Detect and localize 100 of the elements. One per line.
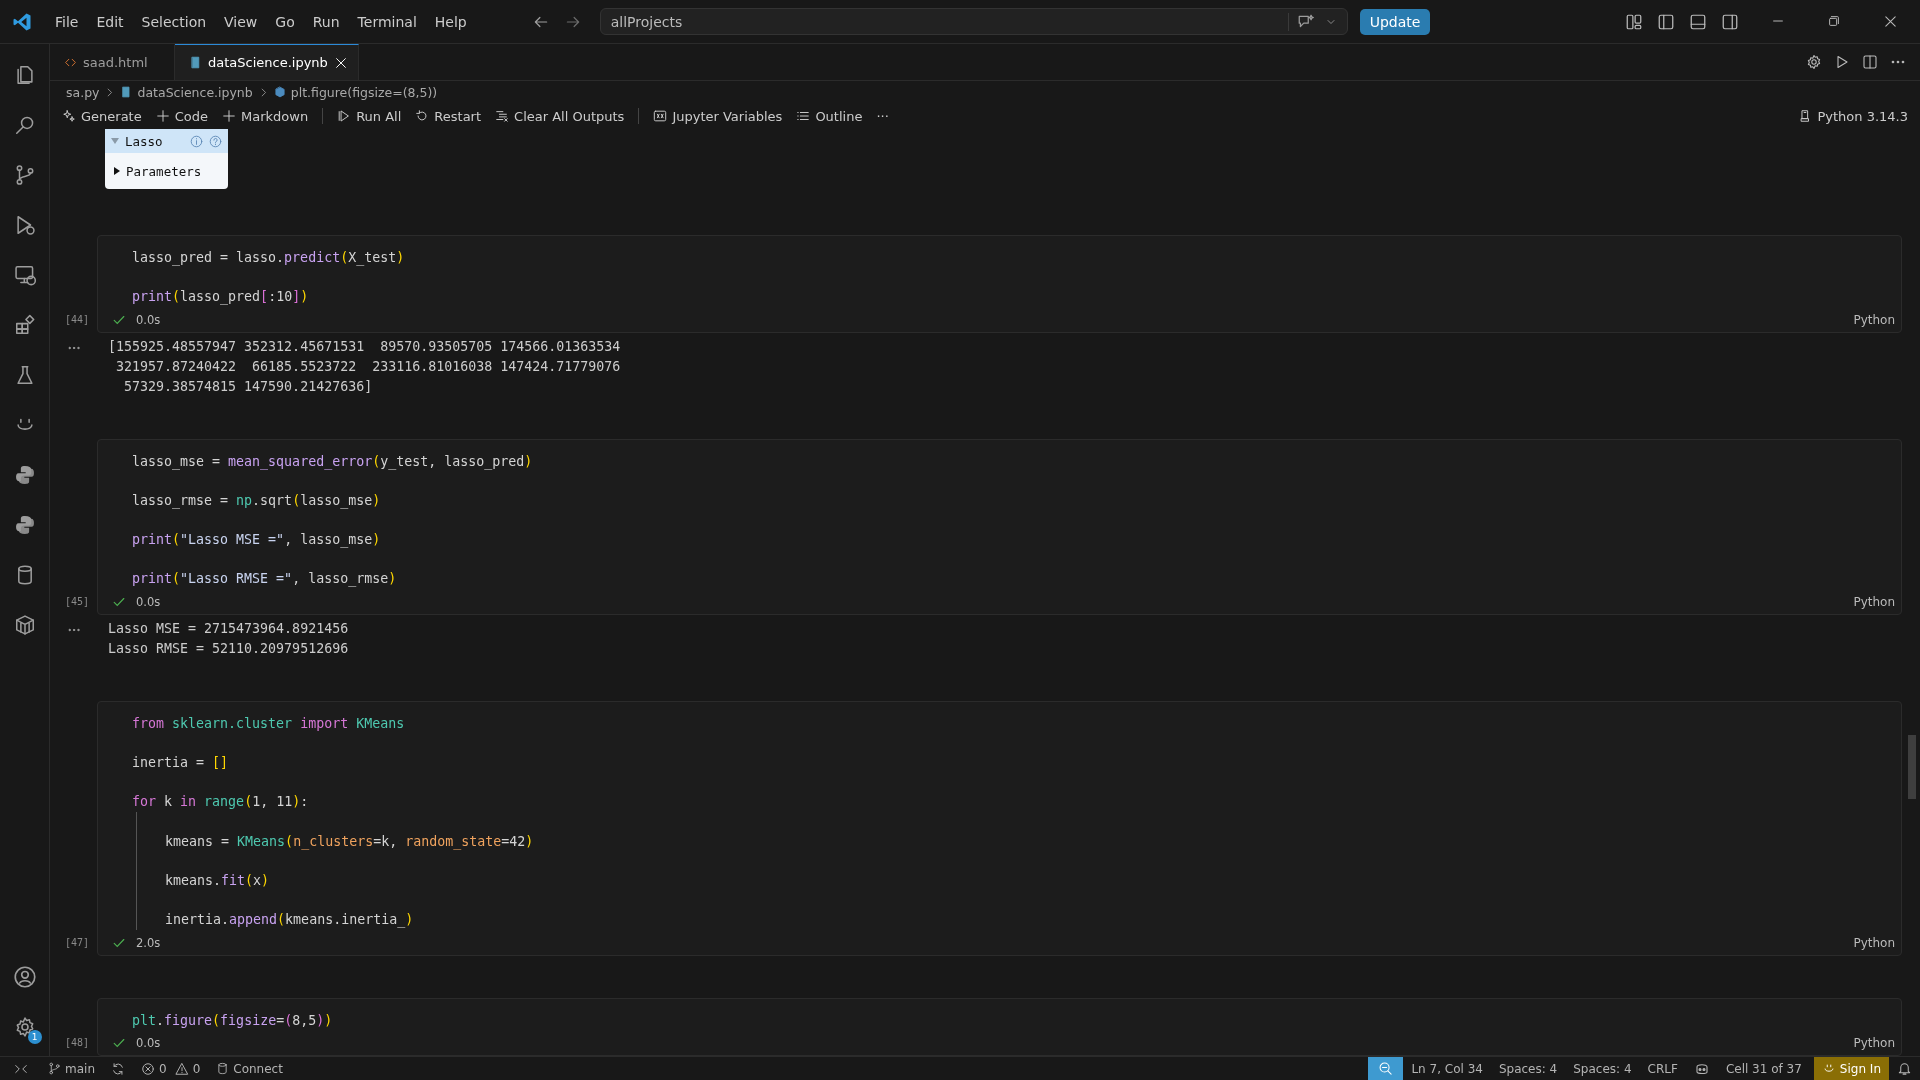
breadcrumb-item[interactable]: plt.figure(figsize=(8,5)) [290, 84, 438, 100]
bell-icon[interactable] [1897, 1061, 1912, 1076]
restore-icon[interactable] [1827, 14, 1841, 28]
toolbar-button[interactable]: Markdown [222, 108, 309, 124]
search-icon[interactable] [13, 114, 36, 136]
breadcrumb-item[interactable]: sa.py [66, 84, 100, 100]
execution-time: 2.0s [136, 935, 161, 950]
sidebar-toggle-icon[interactable] [1721, 12, 1739, 31]
sidebar-toggle-icon[interactable] [1657, 12, 1675, 31]
status-item[interactable]: Spaces: 4 [1565, 1057, 1640, 1080]
menu-item[interactable]: File [46, 13, 88, 30]
zoom-out-icon[interactable] [1378, 1061, 1394, 1076]
execution-time: 0.0s [136, 312, 161, 327]
warning-icon [174, 1061, 189, 1076]
code-line: kmeans.fit(x) [165, 871, 271, 890]
connect-button[interactable]: Connect [208, 1057, 291, 1080]
widget-section-label: Parameters [126, 163, 202, 179]
output-line: 321957.87240422 66185.5523722 233116.81016038 147424.71779076 [115, 357, 621, 376]
menu-item[interactable]: Edit [87, 13, 133, 30]
code-line: lasso_mse = mean_squared_error(y_test, lasso_pred) [132, 452, 534, 472]
layout-icon[interactable] [1625, 12, 1643, 31]
code-line: kmeans = KMeans(n_clusters=k, random_state=42) [165, 832, 535, 852]
notebook-icon [189, 56, 202, 69]
cube-icon[interactable] [13, 614, 36, 636]
menu-item[interactable]: Run [303, 13, 349, 30]
status-item[interactable]: Spaces: 4 [1490, 1057, 1566, 1080]
close-icon[interactable] [1883, 14, 1898, 29]
extensions-icon[interactable] [13, 314, 36, 336]
menu-item[interactable]: Help [425, 13, 476, 30]
command-center-field[interactable]: allProjects [599, 8, 1348, 35]
menu-item[interactable]: View [215, 13, 267, 30]
code-line: lasso_pred = lasso.predict(X_test) [132, 249, 406, 268]
editor-tab[interactable]: dataScience.ipynb [175, 44, 359, 80]
status-item[interactable]: Ln 7, Col 34 [1403, 1057, 1491, 1080]
kernel-picker[interactable]: Python 3.14.3 [1798, 108, 1908, 124]
update-button[interactable]: Update [1359, 8, 1431, 35]
python-icon[interactable] [13, 514, 36, 536]
plus-icon [222, 109, 236, 123]
clear-icon [495, 109, 510, 123]
restart-icon [415, 109, 430, 123]
database-icon [216, 1062, 230, 1075]
widget-section[interactable]: Parameters [105, 153, 228, 189]
toolbar-button[interactable]: Jupyter Variables [653, 108, 783, 124]
cell-language[interactable]: Python [1853, 935, 1895, 950]
toolbar-button[interactable]: Restart [415, 108, 482, 124]
code-line: lasso_rmse = np.sqrt(lasso_mse) [132, 491, 382, 511]
more-button[interactable]: ··· [876, 108, 889, 124]
menu-item[interactable]: Go [266, 13, 304, 30]
sign-in-button[interactable]: Sign In [1813, 1057, 1889, 1080]
menu-item[interactable]: Terminal [348, 13, 426, 30]
split-editor-icon[interactable] [1862, 54, 1878, 70]
status-item[interactable]: Cell 31 of 37 [1717, 1057, 1810, 1080]
execution-time: 0.0s [136, 1035, 161, 1050]
code-line: plt.figure(figsize=(8,5)) [132, 1011, 334, 1030]
branch-indicator[interactable]: main [40, 1057, 103, 1080]
cell-language[interactable]: Python [1853, 594, 1895, 609]
execution-count: [45] [64, 595, 89, 607]
cell-language[interactable]: Python [1853, 1035, 1895, 1050]
account-icon[interactable] [12, 965, 37, 989]
toolbar-button[interactable]: Code [155, 108, 208, 124]
close-icon[interactable] [333, 55, 348, 70]
python-icon [273, 86, 286, 98]
run-icon[interactable] [1834, 54, 1850, 70]
output-line: 57329.38574815 147590.21427636] [123, 377, 374, 396]
code-cell[interactable]: lasso_mse = mean_squared_error(y_test, lasso_pred) lasso_rmse = np.sqrt(lasso_mse) print("Lasso MSE =", lasso_mse) print("Lasso RMSE =", lasso_rmse) 0.0s Python [97, 438, 1902, 615]
cell-language[interactable]: Python [1853, 312, 1895, 327]
code-line: for k in range(1, 11): [132, 793, 310, 812]
menu-item[interactable]: Selection [132, 13, 216, 30]
toolbar-button[interactable]: Run All [337, 108, 402, 124]
error-count[interactable]: 0 [133, 1057, 175, 1080]
run-all-icon [337, 109, 352, 123]
toolbar-button[interactable]: Generate [62, 108, 142, 124]
execution-time: 0.0s [136, 594, 161, 609]
execution-count: [44] [64, 313, 89, 325]
python-icon[interactable] [13, 464, 36, 486]
settings-icon[interactable] [1806, 54, 1822, 70]
status-item[interactable]: CRLF [1639, 1057, 1686, 1080]
variables-icon [653, 109, 668, 123]
widget-title: Lasso [125, 133, 164, 149]
execution-count: [47] [64, 936, 89, 948]
sync-icon[interactable] [111, 1061, 125, 1076]
output-line: Lasso MSE = 2715473964.8921456 [108, 619, 349, 638]
outline-icon [796, 109, 811, 123]
breadcrumb-item[interactable]: dataScience.ipynb [137, 84, 253, 100]
code-line: print(lasso_pred[:10]) [132, 288, 310, 307]
code-line: from sklearn.cluster import KMeans [132, 714, 406, 733]
warning-count[interactable]: 0 [174, 1057, 209, 1080]
code-line: print("Lasso MSE =", lasso_mse) [132, 531, 382, 550]
remote-explorer-icon[interactable] [13, 264, 36, 286]
toolbar-button[interactable]: Clear All Outputs [495, 108, 625, 124]
error-icon [141, 1061, 155, 1076]
panel-toggle-icon[interactable] [1689, 12, 1707, 31]
notification-badge: 1 [27, 1030, 42, 1044]
code-cell[interactable]: plt.figure(figsize=(8,5)) 0.0s Python [97, 997, 1902, 1056]
toolbar-button[interactable]: Outline [796, 108, 863, 124]
scrollbar-thumb[interactable] [1908, 735, 1916, 799]
code-cell[interactable]: from sklearn.cluster import KMeans inertia = [] for k in range(1, 11): kmeans = KMeans(n_clusters=k, random_state=42) kmeans.fit(x) inertia.append(kmeans.inertia_) 2.0s Python [97, 700, 1902, 956]
code-cell[interactable]: lasso_pred = lasso.predict(X_test) print(lasso_pred[:10]) 0.0s Python [97, 235, 1902, 333]
code-line: inertia.append(kmeans.inertia_) [165, 911, 415, 930]
app-logo-icon [12, 11, 32, 32]
